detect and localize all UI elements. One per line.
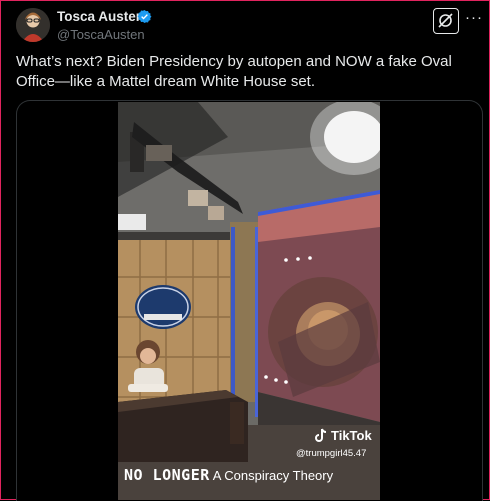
- tiktok-username: @trumpgirl45.47: [296, 448, 367, 459]
- caption-rest: A Conspiracy Theory: [212, 468, 334, 483]
- caption-emphasis: NO LONGER: [124, 466, 210, 484]
- avatar-image: [16, 8, 50, 42]
- tiktok-brand: TikTok: [331, 428, 372, 443]
- more-options-icon[interactable]: ···: [465, 9, 483, 26]
- grok-icon: [438, 13, 453, 28]
- author-name[interactable]: Tosca Austen: [57, 9, 144, 24]
- verified-badge-icon: [137, 10, 152, 23]
- avatar[interactable]: [16, 8, 50, 42]
- video-player[interactable]: TikTok @trumpgirl45.47 NO LONGER A Consp…: [118, 102, 380, 500]
- tiktok-icon: [315, 428, 327, 442]
- grok-button[interactable]: [433, 8, 459, 34]
- tiktok-watermark: TikTok: [314, 428, 372, 443]
- video-caption: NO LONGER A Conspiracy Theory: [124, 466, 374, 484]
- media-container[interactable]: TikTok @trumpgirl45.47 NO LONGER A Consp…: [16, 100, 483, 501]
- author-handle[interactable]: @ToscaAusten: [57, 27, 145, 42]
- tweet-text: What’s next? Biden Presidency by autopen…: [16, 53, 452, 90]
